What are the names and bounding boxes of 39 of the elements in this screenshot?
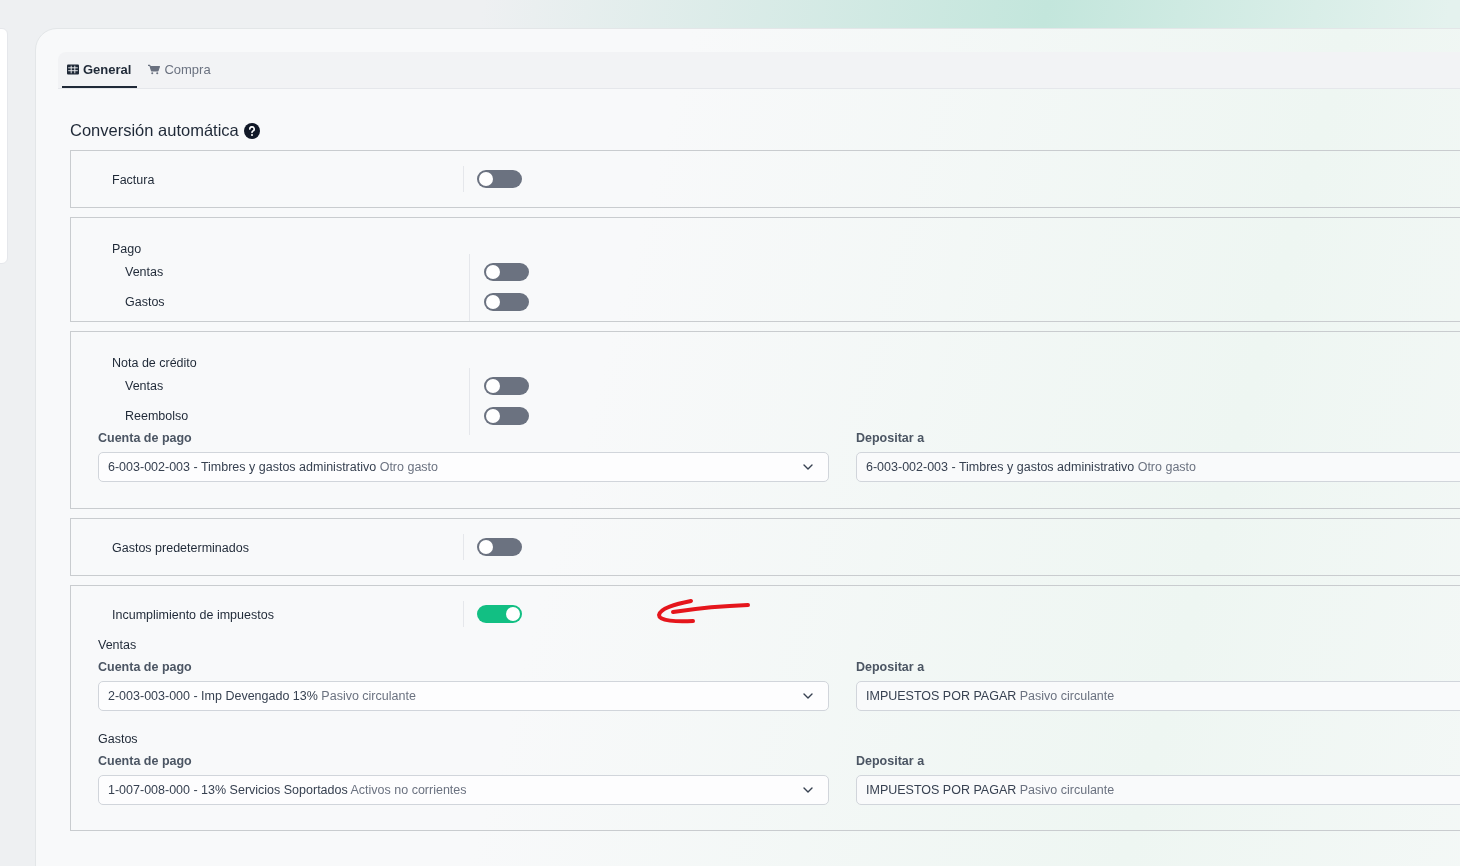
- account-select[interactable]: 1-007-008-000 - 13% Servicios Soportados Activos no corrientes: [98, 775, 829, 805]
- account-select[interactable]: 6-003-002-003 - Timbres y gastos administrativo Otro gasto: [98, 452, 829, 482]
- group-title: Nota de crédito: [112, 356, 197, 370]
- subsection-title: Gastos: [98, 732, 139, 746]
- toggle-label: Incumplimiento de impuestos: [112, 608, 274, 622]
- toggle-switch[interactable]: [484, 263, 529, 281]
- toggle-label: Ventas: [125, 379, 164, 393]
- account-select[interactable]: 2-003-003-000 - Imp Devengado 13% Pasivo circulante: [98, 681, 829, 711]
- toggle-switch[interactable]: [477, 605, 522, 623]
- toggle-label: Gastos predeterminados: [112, 541, 249, 555]
- help-icon[interactable]: [243, 122, 260, 139]
- chevron-down-icon: [803, 693, 813, 699]
- field-label: Cuenta de pago: [98, 754, 193, 768]
- chevron-down-icon: [803, 787, 813, 793]
- chevron-down-icon: [803, 464, 813, 470]
- toggle-switch[interactable]: [484, 377, 529, 395]
- cart-icon: [148, 63, 161, 75]
- toggle-label: Ventas: [125, 265, 164, 279]
- field-label: Cuenta de pago: [98, 431, 193, 445]
- field-label: Depositar a: [856, 754, 926, 768]
- toggle-switch[interactable]: [477, 170, 522, 188]
- toggle-label: Gastos: [125, 295, 165, 309]
- account-field[interactable]: IMPUESTOS POR PAGAR Pasivo circulante: [856, 681, 1460, 711]
- field-label: Depositar a: [856, 660, 926, 674]
- tab[interactable]: General: [62, 52, 138, 88]
- toggle-switch[interactable]: [484, 293, 529, 311]
- field-label: Depositar a: [856, 431, 926, 445]
- account-field[interactable]: IMPUESTOS POR PAGAR Pasivo circulante: [856, 775, 1460, 805]
- toggle-switch[interactable]: [484, 407, 529, 425]
- toggle-label: Reembolso: [125, 409, 189, 423]
- section-heading: Conversión automática: [70, 121, 239, 140]
- field-label: Cuenta de pago: [98, 660, 193, 674]
- toggle-switch[interactable]: [477, 538, 522, 556]
- tab[interactable]: Compra: [143, 52, 217, 88]
- table-icon: [67, 63, 79, 75]
- subsection-title: Ventas: [98, 638, 138, 652]
- account-field[interactable]: 6-003-002-003 - Timbres y gastos administrativo Otro gasto: [856, 452, 1460, 482]
- toggle-label: Factura: [112, 173, 155, 187]
- group-title: Pago: [112, 242, 142, 256]
